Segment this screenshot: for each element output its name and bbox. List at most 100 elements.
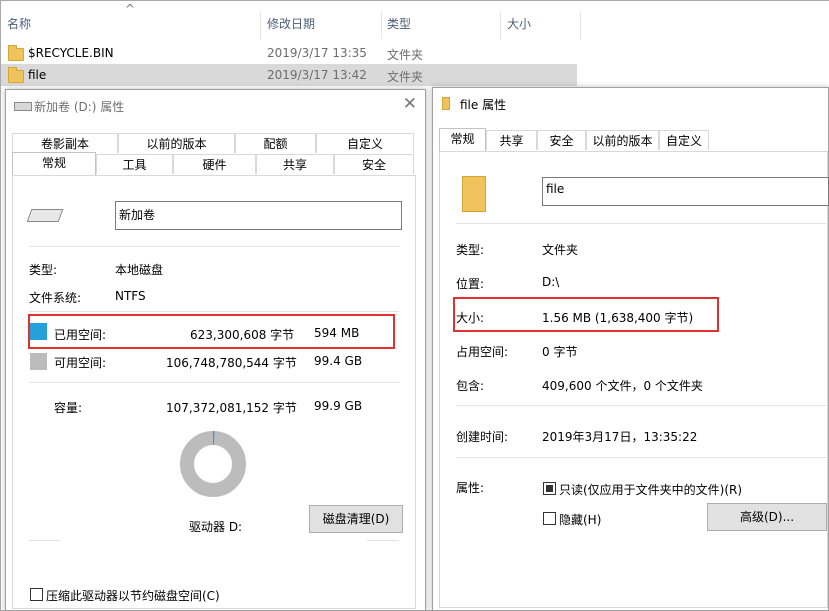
drive-small-icon (14, 102, 32, 111)
capacity-label: 容量: (54, 401, 83, 415)
folder-icon (8, 45, 24, 61)
folder-icon (462, 176, 486, 212)
dialog-title-bar[interactable]: file 属性 (433, 88, 828, 118)
dialog-title: 新加卷 (D:) 属性 (34, 100, 125, 114)
disk-size-label: 占用空间: (456, 345, 509, 359)
used-space-bytes: 623,300,608 字节 (190, 328, 295, 342)
type-value: 本地磁盘 (115, 263, 164, 277)
filesystem-label: 文件系统: (29, 291, 82, 305)
tab-shadow-copies[interactable]: 卷影副本 (12, 133, 118, 153)
column-header: ^ 名称 修改日期 类型 大小 (1, 1, 581, 39)
tab-strip-front: 常规 工具 硬件 共享 安全 (12, 152, 414, 175)
hidden-label: 隐藏(H) (559, 513, 602, 527)
divider (29, 540, 61, 541)
folder-small-icon (442, 97, 450, 110)
tab-security[interactable]: 安全 (537, 130, 586, 150)
drive-icon (26, 209, 64, 222)
tab-hardware[interactable]: 硬件 (173, 154, 256, 174)
general-tab-panel: file 类型: 文件夹 位置: D:\ 大小: 1.56 MB (1,638,… (439, 151, 829, 608)
tab-strip: 常规 共享 安全 以前的版本 自定义 (439, 128, 819, 151)
divider (367, 540, 399, 541)
folder-name-input[interactable]: file (542, 177, 829, 206)
disk-usage-donut (180, 431, 246, 497)
free-space-bytes: 106,748,780,544 字节 (166, 356, 297, 370)
divider (29, 382, 399, 383)
column-separator[interactable] (580, 11, 581, 39)
divider (29, 246, 399, 247)
file-row-recycle-bin[interactable]: $RECYCLE.BIN 2019/3/17 13:35 文件夹 (1, 42, 577, 64)
file-type: 文件夹 (387, 48, 424, 62)
volume-name-input[interactable]: 新加卷 (115, 201, 402, 230)
drive-letter-label: 驱动器 D: (189, 520, 243, 534)
column-separator[interactable] (260, 11, 261, 39)
column-separator[interactable] (500, 11, 501, 39)
readonly-checkbox[interactable] (543, 482, 556, 495)
disk-size-value: 0 字节 (542, 345, 578, 359)
size-value: 1.56 MB (1,638,400 字节) (542, 311, 694, 325)
column-separator[interactable] (381, 11, 382, 39)
tab-previous-versions[interactable]: 以前的版本 (118, 133, 235, 153)
location-value: D:\ (542, 275, 560, 289)
sort-caret-icon: ^ (125, 2, 136, 16)
filesystem-value: NTFS (115, 289, 146, 303)
divider (456, 457, 826, 458)
contains-value: 409,600 个文件，0 个文件夹 (542, 379, 703, 393)
dialog-title-bar[interactable]: 新加卷 (D:) 属性 ✕ (6, 90, 425, 120)
disk-cleanup-button[interactable]: 磁盘清理(D) (309, 505, 403, 533)
column-type[interactable]: 类型 (387, 15, 411, 33)
readonly-label: 只读(仅应用于文件夹中的文件)(R) (559, 483, 743, 497)
free-space-label: 可用空间: (54, 356, 107, 370)
capacity-bytes: 107,372,081,152 字节 (166, 401, 297, 415)
tab-general[interactable]: 常规 (12, 152, 96, 175)
tab-sharing[interactable]: 共享 (486, 130, 537, 150)
file-name: file (28, 68, 47, 82)
column-size[interactable]: 大小 (507, 15, 531, 33)
used-space-swatch (30, 323, 47, 340)
explorer-file-list: ^ 名称 修改日期 类型 大小 $RECYCLE.BIN 2019/3/17 1… (1, 1, 829, 91)
file-properties-dialog: file 属性 常规 共享 安全 以前的版本 自定义 file 类型: 文件夹 … (432, 87, 829, 611)
created-value: 2019年3月17日，13:35:22 (542, 430, 698, 444)
created-label: 创建时间: (456, 430, 509, 444)
tab-previous-versions[interactable]: 以前的版本 (586, 130, 659, 150)
close-icon[interactable]: ✕ (403, 94, 417, 114)
attributes-label: 属性: (456, 481, 485, 495)
hidden-checkbox[interactable] (543, 512, 556, 525)
divider (456, 223, 826, 224)
tab-security[interactable]: 安全 (334, 154, 414, 174)
tab-customize[interactable]: 自定义 (659, 130, 709, 150)
file-date: 2019/3/17 13:35 (267, 46, 367, 60)
tab-strip-back: 卷影副本 以前的版本 配额 自定义 (12, 133, 414, 154)
advanced-button[interactable]: 高级(D)... (707, 503, 827, 531)
divider (29, 311, 399, 312)
used-space-size: 594 MB (314, 326, 360, 340)
file-date: 2019/3/17 13:42 (267, 68, 367, 82)
tab-sharing[interactable]: 共享 (256, 154, 334, 174)
type-label: 类型: (29, 263, 58, 277)
free-space-size: 99.4 GB (314, 354, 363, 368)
column-name[interactable]: 名称 (7, 15, 31, 33)
folder-icon (8, 67, 24, 83)
location-label: 位置: (456, 277, 485, 291)
tab-general[interactable]: 常规 (439, 128, 486, 151)
used-space-label: 已用空间: (54, 328, 107, 342)
file-type: 文件夹 (387, 70, 424, 84)
capacity-size: 99.9 GB (314, 399, 363, 413)
compress-drive-label: 压缩此驱动器以节约磁盘空间(C) (46, 589, 220, 603)
column-date[interactable]: 修改日期 (267, 15, 315, 33)
drive-properties-dialog: 新加卷 (D:) 属性 ✕ 卷影副本 以前的版本 配额 自定义 常规 工具 硬件… (5, 89, 426, 611)
type-value: 文件夹 (542, 243, 579, 257)
tab-quota[interactable]: 配额 (235, 133, 316, 153)
file-name: $RECYCLE.BIN (28, 46, 114, 60)
general-tab-panel: 新加卷 类型: 本地磁盘 文件系统: NTFS 已用空间: 623,300,60… (12, 175, 416, 609)
dialog-title: file 属性 (460, 98, 507, 112)
donut-free-ring (180, 431, 246, 497)
divider (456, 405, 826, 406)
type-label: 类型: (456, 243, 485, 257)
tab-tools[interactable]: 工具 (96, 154, 173, 174)
file-row-file[interactable]: file 2019/3/17 13:42 文件夹 (1, 64, 577, 86)
free-space-swatch (30, 353, 47, 370)
size-label: 大小: (456, 311, 485, 325)
tab-customize[interactable]: 自定义 (316, 133, 414, 153)
contains-label: 包含: (456, 379, 485, 393)
compress-drive-checkbox[interactable] (30, 588, 43, 601)
